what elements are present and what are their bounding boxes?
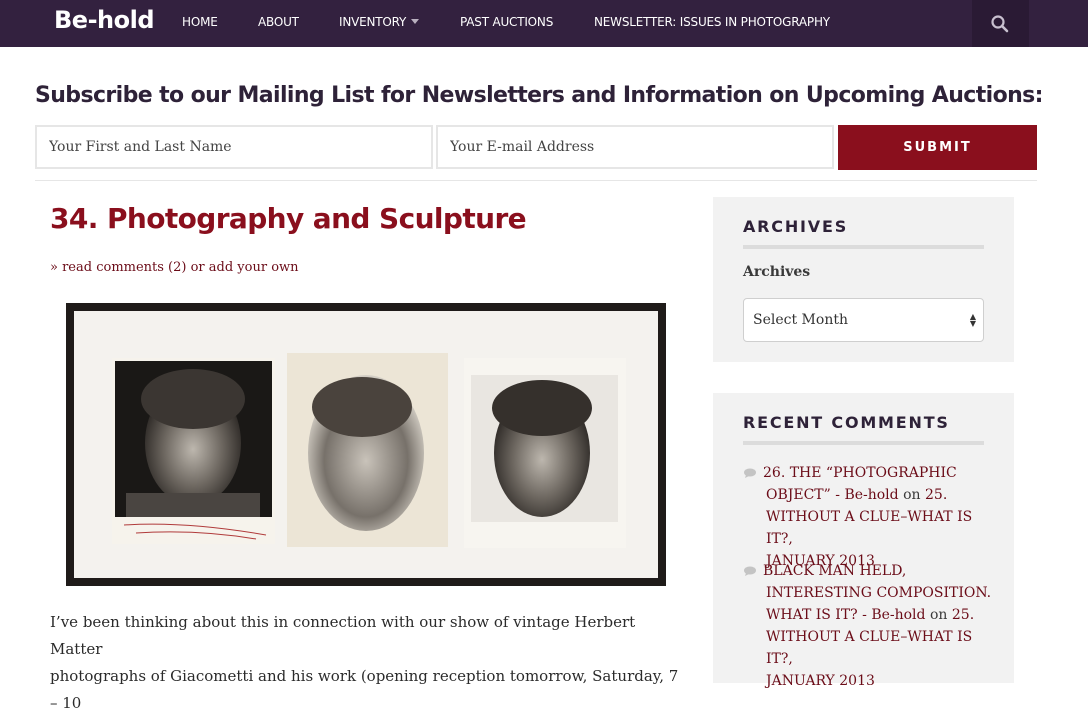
comment-target-link[interactable]: 25. bbox=[925, 487, 947, 503]
subscribe-heading: Subscribe to our Mailing List for Newsle… bbox=[35, 83, 1043, 108]
select-arrows-icon: ▲ ▼ bbox=[969, 312, 977, 328]
comment-post-link[interactable]: OBJECT” - bbox=[766, 487, 844, 503]
post-body-line: photographs of Giacometti and his work (… bbox=[50, 667, 679, 712]
comment-post-link[interactable]: 26. THE “PHOTOGRAPHIC bbox=[763, 462, 993, 484]
comment-author-link[interactable]: Be-hold bbox=[871, 607, 925, 623]
top-navbar: Be-hold HOME ABOUT INVENTORY PAST AUCTIO… bbox=[0, 0, 1088, 47]
comment-target-link[interactable]: 25. bbox=[952, 607, 974, 623]
comment-text: 26. THE “PHOTOGRAPHIC OBJECT” - Be-hold … bbox=[763, 462, 993, 572]
comment-item: BLACK MAN HELD, INTERESTING COMPOSITION.… bbox=[743, 560, 993, 692]
archives-widget: ARCHIVES Archives Select Month ▲ ▼ bbox=[713, 197, 1014, 362]
meta-prefix: » bbox=[50, 260, 63, 275]
comment-target-link[interactable]: JANUARY 2013 bbox=[766, 670, 993, 692]
comment-post-link[interactable]: INTERESTING COMPOSITION. bbox=[766, 582, 993, 604]
comment-target-link[interactable]: WITHOUT A CLUE–WHAT IS IT?, bbox=[766, 626, 993, 670]
comments-link[interactable]: read comments (2) or add your own bbox=[62, 260, 298, 275]
post-body-line: I’ve been thinking about this in connect… bbox=[50, 613, 636, 658]
nav-about[interactable]: ABOUT bbox=[258, 14, 299, 30]
archives-label: Archives bbox=[743, 264, 811, 280]
comment-post-link[interactable]: WHAT IS IT? - bbox=[766, 607, 871, 623]
comment-post-link[interactable]: BLACK MAN HELD, bbox=[763, 560, 993, 582]
comment-author-link[interactable]: Be-hold bbox=[844, 487, 898, 503]
nav-inventory[interactable]: INVENTORY bbox=[339, 14, 420, 30]
post-meta: » read comments (2) or add your own bbox=[50, 259, 299, 277]
framed-photographs-image bbox=[66, 303, 666, 586]
post-body: I’ve been thinking about this in connect… bbox=[50, 609, 690, 717]
nav-newsletter[interactable]: NEWSLETTER: ISSUES IN PHOTOGRAPHY bbox=[594, 14, 830, 30]
name-field[interactable] bbox=[35, 125, 433, 169]
speech-bubble-icon bbox=[744, 468, 756, 478]
caret-down-icon bbox=[411, 19, 420, 24]
comment-target-link[interactable]: WITHOUT A CLUE–WHAT IS IT?, bbox=[766, 506, 993, 550]
post-photo[interactable] bbox=[66, 303, 666, 586]
submit-button[interactable]: SUBMIT bbox=[838, 125, 1037, 170]
nav-inventory-label: INVENTORY bbox=[339, 15, 407, 29]
email-field[interactable] bbox=[436, 125, 834, 169]
search-button[interactable] bbox=[972, 0, 1029, 47]
comment-text: BLACK MAN HELD, INTERESTING COMPOSITION.… bbox=[763, 560, 993, 692]
comment-on: on bbox=[925, 607, 952, 623]
comment-item: 26. THE “PHOTOGRAPHIC OBJECT” - Be-hold … bbox=[743, 462, 993, 572]
recent-comments-title: RECENT COMMENTS bbox=[743, 413, 950, 432]
month-select[interactable]: Select Month ▲ ▼ bbox=[743, 298, 984, 342]
site-logo[interactable]: Be-hold bbox=[54, 4, 155, 36]
widget-rule bbox=[743, 441, 984, 445]
archives-title: ARCHIVES bbox=[743, 217, 849, 236]
divider bbox=[35, 180, 1037, 181]
recent-comments-widget: RECENT COMMENTS 26. THE “PHOTOGRAPHIC OB… bbox=[713, 393, 1014, 689]
comment-on: on bbox=[898, 487, 925, 503]
post-title[interactable]: 34. Photography and Sculpture bbox=[50, 200, 527, 238]
month-select-value: Select Month bbox=[753, 312, 848, 328]
speech-bubble-icon bbox=[744, 566, 756, 576]
nav-past-auctions[interactable]: PAST AUCTIONS bbox=[460, 14, 553, 30]
widget-rule bbox=[743, 245, 984, 249]
nav-home[interactable]: HOME bbox=[182, 14, 218, 30]
search-icon bbox=[991, 15, 1009, 33]
